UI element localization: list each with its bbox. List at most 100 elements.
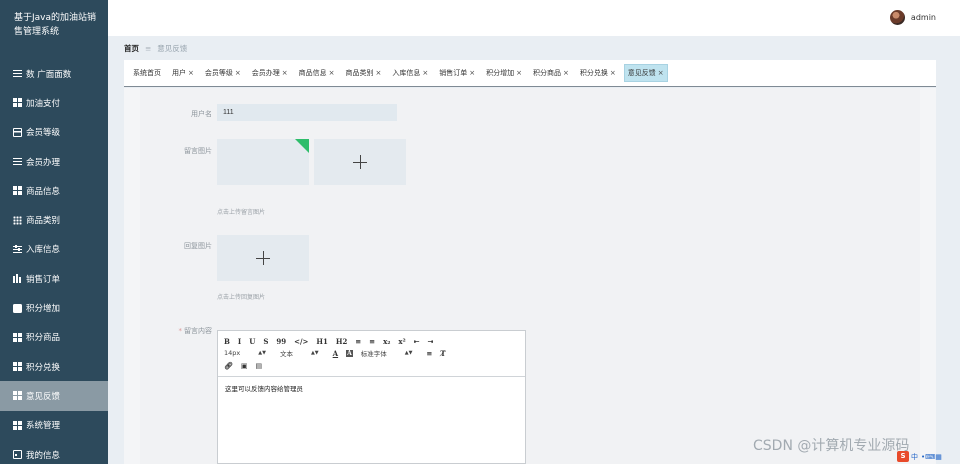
sidebar: 基于Java的加油站销售管理系统 数 广面面数加油支付会员等级 会员办理 商品信息商… [0, 0, 108, 464]
close-icon[interactable]: × [658, 69, 664, 77]
tab[interactable]: 商品信息 × [296, 65, 338, 81]
tab[interactable]: 用户 × [169, 65, 197, 81]
tab[interactable]: 意见反馈 × [623, 64, 668, 82]
tab-label: 销售订单 [439, 69, 468, 77]
close-icon[interactable]: × [282, 69, 288, 77]
plus-icon [353, 155, 367, 169]
sidebar-item[interactable]: 积分增加 [0, 293, 108, 322]
image-icon[interactable]: ▣ [241, 361, 248, 370]
sidebar-item[interactable]: 入库信息 [0, 235, 108, 264]
ime-settings-icon[interactable]: •⌨▦ [921, 453, 942, 461]
sidebar-item[interactable]: 销售订单 [0, 264, 108, 293]
username[interactable]: admin [911, 13, 936, 22]
tab-label: 商品类别 [345, 69, 374, 77]
tab-label: 商品信息 [298, 69, 327, 77]
outdent-icon[interactable]: ⇤ [414, 337, 420, 346]
breadcrumb: 首页 ≡ 意见反馈 [124, 43, 187, 54]
ime-language[interactable]: 中 [911, 452, 918, 462]
paragraph-value: 文本 [279, 350, 293, 358]
close-icon[interactable]: × [516, 69, 522, 77]
superscript-icon[interactable]: x² [398, 337, 405, 346]
background-color-button[interactable]: A [346, 349, 353, 357]
tab[interactable]: 会员等级 × [202, 65, 244, 81]
font-size-select[interactable]: 14px ▲▼ [224, 349, 266, 357]
lines-icon [13, 69, 22, 79]
tab[interactable]: 入库信息 × [389, 65, 431, 81]
subscript-icon[interactable]: x₂ [383, 337, 390, 346]
tab[interactable]: 积分增加 × [483, 65, 525, 81]
sidebar-item[interactable]: 会员办理 [0, 147, 108, 176]
tab[interactable]: 积分兑换 × [577, 65, 619, 81]
heading1-icon[interactable]: H1 [316, 337, 327, 346]
tab-label: 积分增加 [486, 69, 515, 77]
rich-text-editor: B I U S 99 </> H1 H2 ≡ ≡ x₂ x² ⇤ ⇥ 14px ▲▼ 文本 ▲▼ A A 标准… [217, 330, 526, 464]
close-icon[interactable]: × [329, 69, 335, 77]
video-icon[interactable]: ▤ [256, 361, 263, 370]
sidebar-item[interactable]: 商品类别 [0, 205, 108, 234]
message-image-upload-button[interactable] [314, 139, 406, 185]
user-menu[interactable]: admin [889, 10, 936, 25]
sidebar-item-label: 商品类别 [26, 216, 61, 227]
close-icon[interactable]: × [188, 69, 194, 77]
tab[interactable]: 销售订单 × [436, 65, 478, 81]
avatar[interactable] [889, 10, 905, 25]
id-card-icon [13, 450, 22, 459]
align-icon[interactable]: ≡ [426, 349, 432, 358]
uploaded-image-thumbnail[interactable] [217, 139, 309, 185]
close-icon[interactable]: × [235, 69, 241, 77]
app-title: 基于Java的加油站销售管理系统 [14, 13, 97, 37]
sidebar-item[interactable]: 系统管理 [0, 411, 108, 440]
sidebar-item[interactable]: 数 广面面数 [0, 59, 108, 88]
tab[interactable]: 系统首页 [130, 65, 164, 81]
code-icon[interactable]: </> [294, 337, 308, 346]
close-icon[interactable]: × [563, 69, 569, 77]
bold-icon[interactable]: B [224, 337, 230, 346]
sidebar-item-label: 加油支付 [26, 98, 61, 109]
sidebar-item[interactable]: 意见反馈 [0, 381, 108, 411]
close-icon[interactable]: × [610, 69, 616, 77]
heading2-icon[interactable]: H2 [336, 337, 347, 346]
paragraph-select[interactable]: 文本 ▲▼ [280, 348, 319, 358]
editor-toolbar: B I U S 99 </> H1 H2 ≡ ≡ x₂ x² ⇤ ⇥ 14px ▲▼ 文本 ▲▼ A A 标准… [218, 331, 525, 377]
chevron-down-icon: ▲▼ [310, 350, 319, 356]
tab-bar: 系统首页 用户 × 会员等级 × 会员办理 × 商品信息 × 商品类别 × 入库信息 × 销售订单 × 积分增… [124, 60, 936, 87]
tab-label: 用户 [172, 69, 186, 77]
lines-icon [13, 157, 22, 167]
grid-icon [13, 420, 22, 430]
bar-chart-icon [13, 274, 22, 284]
strikethrough-icon[interactable]: S [263, 337, 268, 346]
message-image-label: 留言图片 [184, 147, 212, 155]
sidebar-item[interactable]: 积分商品 [0, 323, 108, 352]
editor-content[interactable]: 这里可以反馈内容给管理员 [218, 377, 525, 399]
tab-label: 积分兑换 [579, 69, 608, 77]
tab[interactable]: 会员办理 × [249, 65, 291, 81]
bullet-list-icon[interactable]: ≡ [369, 337, 375, 346]
grid-icon [13, 362, 22, 372]
font-size-value: 14px [224, 349, 241, 357]
ime-toolbar[interactable]: S 中 •⌨▦ [897, 451, 942, 462]
link-icon[interactable]: 🔗︎ [224, 361, 233, 370]
font-color-button[interactable]: A [333, 349, 338, 358]
underline-icon[interactable]: U [249, 337, 255, 346]
ordered-list-icon[interactable]: ≡ [355, 337, 361, 346]
username-input[interactable] [217, 104, 397, 121]
sidebar-item[interactable]: 会员等级 [0, 118, 108, 147]
breadcrumb-home[interactable]: 首页 [124, 43, 139, 54]
italic-icon[interactable]: I [238, 337, 241, 346]
tab-label: 会员等级 [204, 69, 233, 77]
reply-image-upload-button[interactable] [217, 235, 309, 281]
sidebar-item[interactable]: 商品信息 [0, 176, 108, 205]
clear-format-icon[interactable]: T̸ [440, 349, 445, 358]
font-family-select[interactable]: 标准字体 ▲▼ [361, 348, 413, 358]
close-icon[interactable]: × [376, 69, 382, 77]
close-icon[interactable]: × [469, 69, 475, 77]
sidebar-item[interactable]: 积分兑换 [0, 352, 108, 381]
indent-icon[interactable]: ⇥ [428, 337, 434, 346]
blockquote-icon[interactable]: 99 [276, 337, 286, 346]
sidebar-item[interactable]: 加油支付 [0, 88, 108, 117]
tab[interactable]: 积分商品 × [530, 65, 572, 81]
sidebar-item[interactable]: 我的信息 [0, 440, 108, 464]
sidebar-item-label: 积分增加 [26, 304, 61, 315]
tab[interactable]: 商品类别 × [343, 65, 385, 81]
close-icon[interactable]: × [422, 69, 428, 77]
